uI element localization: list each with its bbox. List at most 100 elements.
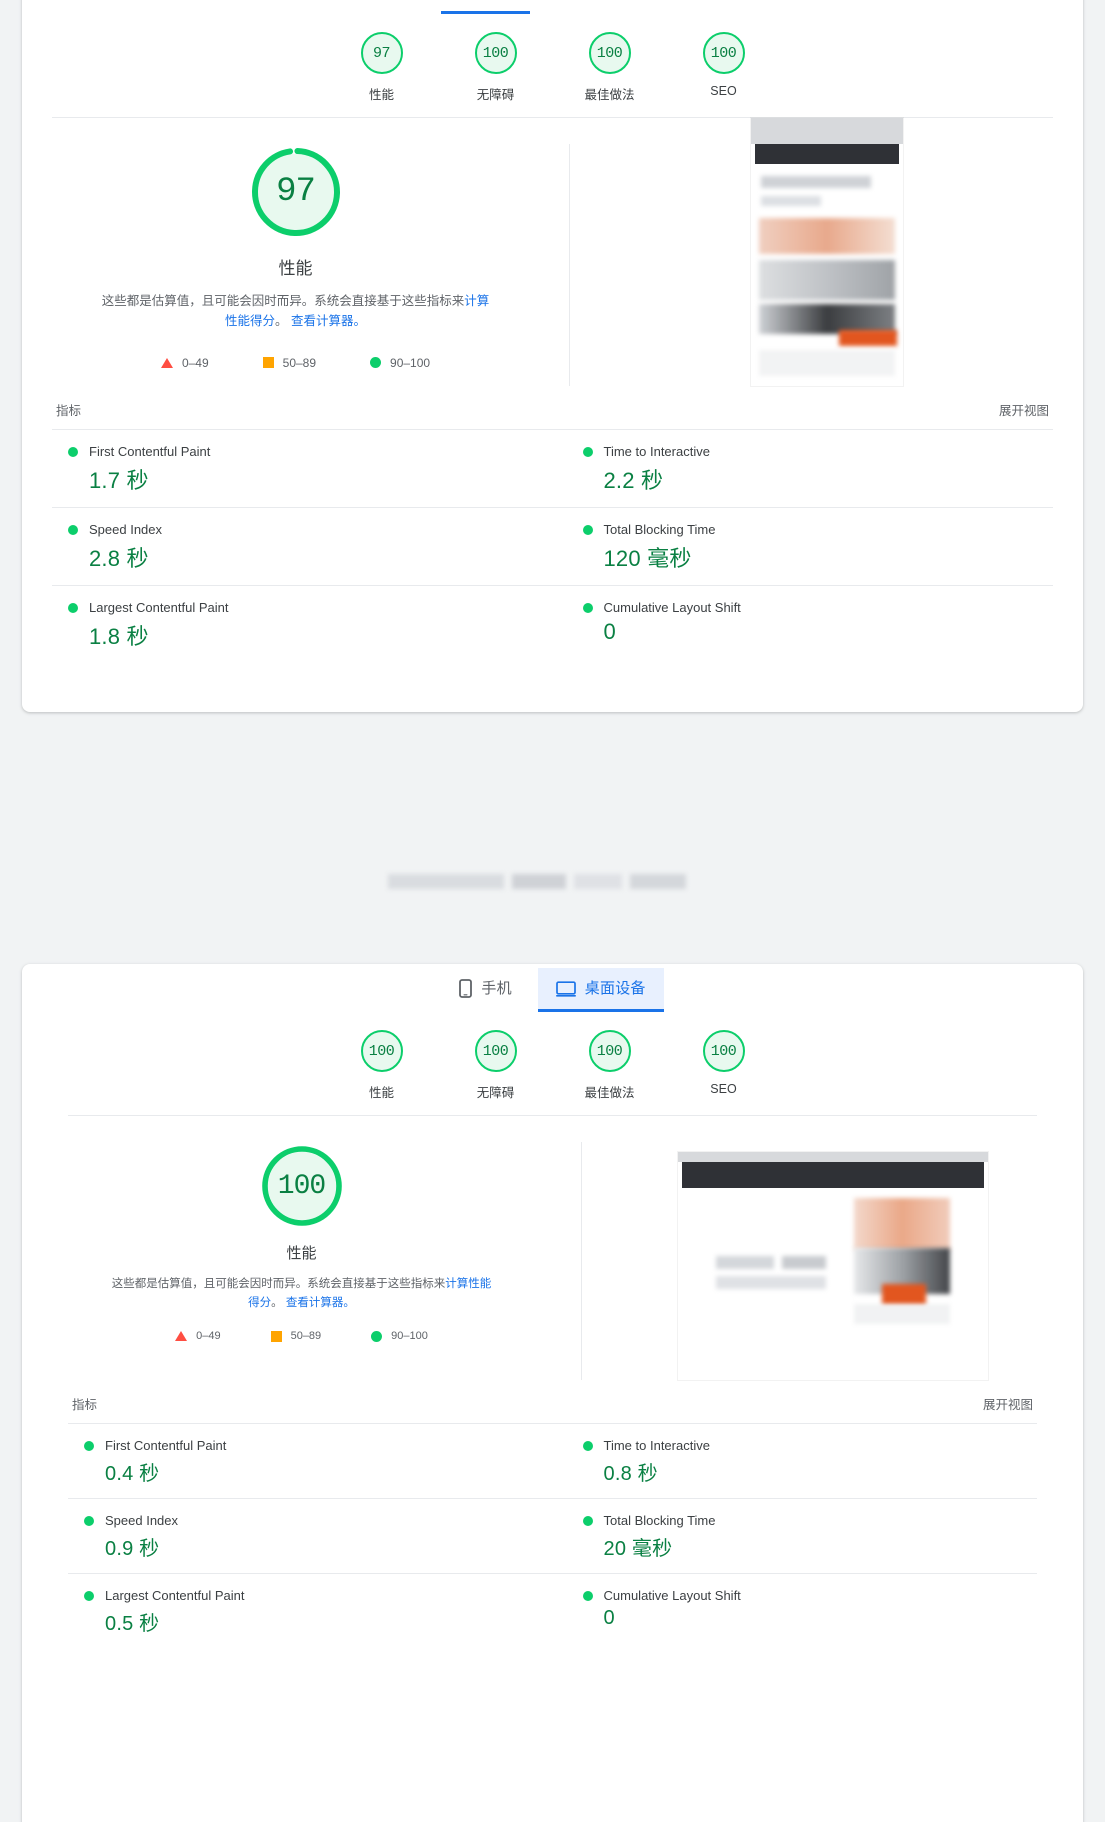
- desktop-report-card: 手机 桌面设备 100 性能 100 无障碍 100 最佳做法 100 SEO …: [22, 964, 1083, 1822]
- metric-row[interactable]: Largest Contentful Paint 0.5 秒: [68, 1573, 553, 1648]
- square-icon: [270, 1330, 282, 1342]
- legend-item-poor: 0–49: [160, 355, 209, 370]
- category-gauge-performance[interactable]: 100 性能: [325, 1030, 439, 1101]
- blurred-url-field: [388, 870, 698, 896]
- tab-desktop-label: 桌面设备: [584, 980, 646, 997]
- mini-gauge-value: 100: [588, 32, 631, 74]
- legend-label: 90–100: [390, 355, 431, 370]
- mini-gauge-label: 无障碍: [476, 88, 515, 102]
- category-gauge-row: 97 性能 100 无障碍 100 最佳做法 100 SEO: [52, 32, 1053, 103]
- legend-item-good: 90–100: [370, 356, 430, 370]
- score-legend: 0–49 50–89 90–100: [160, 355, 430, 370]
- description-prefix: 这些都是估算值，且可能会因时而异。系统会直接基于这些指标来: [111, 1278, 446, 1290]
- performance-gauge: 100: [258, 1142, 346, 1230]
- performance-gauge-value: 97: [276, 173, 316, 211]
- mini-gauge-value: 100: [360, 1030, 403, 1072]
- metrics-title: 指标: [72, 1398, 98, 1412]
- metric-value: 2.2 秒: [603, 468, 664, 493]
- performance-gauge-value: 100: [277, 1170, 326, 1202]
- screenshot-blur-line: [760, 176, 871, 188]
- metric-value: 0: [603, 1607, 615, 1629]
- desktop-icon: [555, 980, 576, 997]
- metric-label: Largest Contentful Paint: [89, 600, 229, 615]
- mini-gauge-value: 100: [588, 1030, 631, 1072]
- pagespeed-report-page: 手机 桌面设备 97 性能 100 无障: [0, 0, 1105, 1822]
- tab-mobile[interactable]: 手机: [441, 0, 530, 14]
- performance-description: 这些都是估算值，且可能会因时而异。系统会直接基于这些指标来计算性能得分。 查看计…: [98, 291, 493, 332]
- screenshot-blur-accent: [838, 330, 897, 346]
- legend-item-average: 50–89: [262, 356, 316, 370]
- metrics-header-mobile: 指标 展开视图: [52, 400, 1053, 429]
- view-calculator-link[interactable]: 查看计算器。: [291, 314, 366, 328]
- tab-mobile[interactable]: 手机: [441, 968, 529, 1012]
- tab-desktop[interactable]: 桌面设备: [538, 0, 664, 14]
- circle-icon: [371, 1330, 383, 1342]
- mini-gauge-label: 性能: [368, 88, 394, 102]
- status-good-icon: [68, 446, 78, 457]
- category-gauge-accessibility[interactable]: 100 无障碍: [439, 32, 553, 103]
- triangle-icon: [175, 1331, 188, 1342]
- metric-label: Speed Index: [105, 1513, 179, 1528]
- legend-label: 0–49: [181, 355, 209, 370]
- performance-score-area-desktop: 100 性能 这些都是估算值，且可能会因时而异。系统会直接基于这些指标来计算性能…: [22, 1116, 1083, 1390]
- description-mid: 。: [271, 1296, 286, 1309]
- screenshot-blur-image: [758, 260, 895, 300]
- screenshot-blur-image: [758, 218, 895, 254]
- metric-value: 0: [603, 619, 616, 644]
- status-good-icon: [582, 446, 593, 457]
- metric-row[interactable]: Largest Contentful Paint 1.8 秒: [52, 585, 553, 663]
- view-calculator-link[interactable]: 查看计算器。: [286, 1297, 355, 1309]
- mini-gauge-value: 100: [474, 1030, 517, 1072]
- metric-label: First Contentful Paint: [89, 444, 211, 459]
- screenshot-browser-bar: [750, 118, 903, 144]
- expand-view-button[interactable]: 展开视图: [983, 1394, 1033, 1413]
- metric-label: Cumulative Layout Shift: [603, 1588, 741, 1603]
- tab-desktop[interactable]: 桌面设备: [537, 968, 664, 1012]
- score-summary: 100 性能 这些都是估算值，且可能会因时而异。系统会直接基于这些指标来计算性能…: [22, 1142, 582, 1380]
- metric-row[interactable]: First Contentful Paint 1.7 秒: [52, 429, 553, 507]
- category-gauge-seo[interactable]: 100 SEO: [667, 32, 781, 103]
- metric-value: 0.8 秒: [603, 1463, 658, 1485]
- metric-row[interactable]: Speed Index 0.9 秒: [68, 1498, 553, 1573]
- category-gauge-best-practices[interactable]: 100 最佳做法: [553, 1030, 667, 1101]
- status-good-icon: [582, 1590, 593, 1601]
- mini-gauge-label: SEO: [710, 1082, 737, 1096]
- category-gauge-best-practices[interactable]: 100 最佳做法: [553, 32, 667, 103]
- metric-row[interactable]: Total Blocking Time 120 毫秒: [552, 507, 1053, 585]
- category-gauge-seo[interactable]: 100 SEO: [667, 1030, 781, 1101]
- screenshot-blur-line: [781, 1256, 826, 1269]
- category-gauge-accessibility[interactable]: 100 无障碍: [439, 1030, 553, 1101]
- square-icon: [262, 357, 274, 368]
- metric-label: Cumulative Layout Shift: [603, 600, 741, 615]
- screenshot-blur-line: [715, 1276, 826, 1289]
- triangle-icon: [160, 357, 173, 368]
- metric-value: 0.4 秒: [105, 1463, 160, 1485]
- metrics-grid-desktop: First Contentful Paint 0.4 秒 Time to Int…: [68, 1423, 1037, 1648]
- status-good-icon: [582, 524, 593, 535]
- mini-gauge-value: 100: [474, 32, 517, 74]
- metric-row[interactable]: Time to Interactive 0.8 秒: [552, 1423, 1037, 1498]
- metric-row[interactable]: Total Blocking Time 20 毫秒: [552, 1498, 1037, 1573]
- metric-row[interactable]: Cumulative Layout Shift 0: [552, 1573, 1037, 1648]
- metric-label: First Contentful Paint: [105, 1438, 227, 1453]
- status-good-icon: [84, 1440, 94, 1451]
- performance-gauge: 97: [248, 144, 344, 240]
- category-gauge-performance[interactable]: 97 性能: [325, 32, 439, 103]
- metric-row[interactable]: First Contentful Paint 0.4 秒: [68, 1423, 553, 1498]
- screenshot-site-nav: [754, 144, 899, 164]
- mini-gauge-value: 100: [702, 32, 745, 74]
- blur-segment: [574, 874, 622, 889]
- metric-row[interactable]: Cumulative Layout Shift 0: [552, 585, 1053, 663]
- performance-description: 这些都是估算值，且可能会因时而异。系统会直接基于这些指标来计算性能得分。 查看计…: [112, 1275, 492, 1312]
- screenshot-blur-accent: [881, 1284, 926, 1306]
- metric-row[interactable]: Speed Index 2.8 秒: [52, 507, 553, 585]
- metric-value: 120 毫秒: [603, 546, 692, 571]
- mini-gauge-label: 最佳做法: [584, 88, 635, 102]
- mini-gauge-value: 97: [360, 32, 403, 74]
- metric-row[interactable]: Time to Interactive 2.2 秒: [552, 429, 1053, 507]
- circle-icon: [370, 357, 382, 368]
- performance-title: 性能: [278, 259, 313, 278]
- mini-gauge-value: 100: [702, 1030, 745, 1072]
- legend-label: 50–89: [290, 1330, 322, 1343]
- expand-view-button[interactable]: 展开视图: [999, 400, 1049, 419]
